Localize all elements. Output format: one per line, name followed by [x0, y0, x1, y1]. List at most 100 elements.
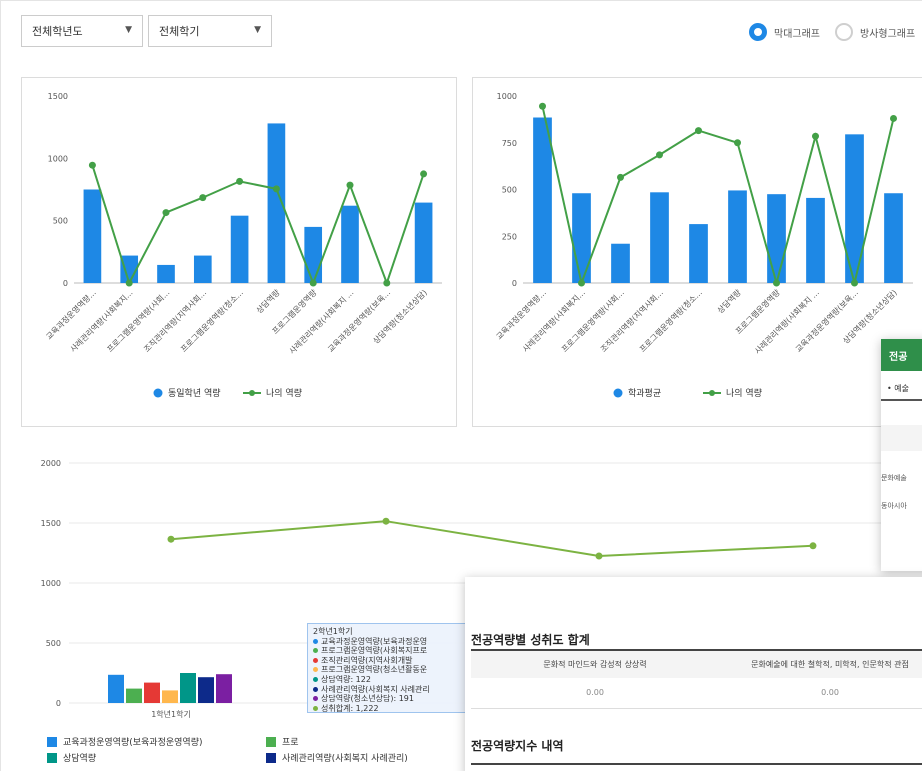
chart-panel-department: 1000 750 500 250 0 교육과정운영역량... 사례관리역량(사회복지... 프…: [472, 77, 922, 427]
bar: [193, 255, 212, 283]
bar: [806, 197, 825, 283]
overlay-row1: 문화예술: [881, 474, 907, 482]
y-tick-label: 1000: [48, 154, 68, 163]
semester-bar: [198, 677, 214, 703]
x-tick-label: 교육과정운영역량(보육...: [325, 287, 392, 354]
series-line: [91, 164, 425, 286]
legend-line-marker-dot: [249, 390, 255, 396]
line-point: [617, 173, 624, 181]
bar: [689, 224, 708, 283]
tooltip-row: 성취합계: 1,222: [313, 704, 461, 712]
semester-select-value: 전체학기: [159, 25, 200, 38]
x-tick-label: 상담역량: [715, 287, 743, 315]
y-tick-label: 2000: [41, 459, 61, 468]
x-tick-label: 사례관리역량(사회복지 ...: [287, 287, 356, 356]
summary-title: 전공역량별 성취도 합계: [471, 633, 590, 647]
legend-label: 사례관리역량(사회복지 사례관리): [282, 754, 408, 764]
summary-col1: 문화적 마인드와 감성적 상상력: [471, 649, 719, 678]
x-tick-label: 교육과정운영역량(보육...: [793, 287, 860, 354]
semester-bar: [180, 673, 196, 703]
summary-col2: 문화예술에 대한 철학적, 미학적, 인문학적 관점: [719, 649, 922, 678]
legend-line-label: 나의 역량: [726, 387, 762, 399]
radio-bar-graph[interactable]: 막대그래프: [749, 23, 820, 41]
overlay-panel-summary: 전공역량별 성취도 합계 문화적 마인드와 감성적 상상력 문화예술에 대한 철…: [465, 577, 922, 771]
legend-swatch: [47, 736, 57, 747]
line-point: [272, 185, 280, 193]
y-tick-label: 1000: [41, 579, 61, 588]
bar: [414, 202, 433, 283]
x-tick-label: 조직관리역량(지역사회...: [141, 287, 208, 354]
total-point: [167, 535, 175, 543]
line-point: [812, 132, 819, 140]
overlay-table-header: [881, 425, 922, 451]
semester-bar: [108, 674, 124, 703]
y-tick-label: 1500: [41, 519, 61, 528]
legend-item-3: 상담역량: [47, 751, 96, 764]
chart-department-svg: 10007505002500교육과정운영역량...사례관리역량(사회복지...프…: [494, 92, 913, 399]
index-title: 전공역량지수 내역: [471, 739, 564, 753]
legend-item-2: 프로: [266, 735, 299, 748]
line-point: [773, 279, 780, 287]
x-tick-label: 프로그램운영역량(청소...: [637, 287, 704, 354]
semester-bar: [144, 682, 160, 703]
semester-select[interactable]: 전체학기 ▼: [148, 15, 272, 47]
line-point: [88, 161, 96, 169]
y-tick-label: 250: [502, 232, 517, 241]
x-tick-label: 1학년1학기: [151, 709, 191, 719]
bar: [304, 226, 323, 283]
bar: [728, 190, 747, 283]
legend-item-4: 사례관리역량(사회복지 사례관리): [266, 751, 408, 764]
y-tick-label: 0: [63, 279, 68, 288]
summary-val2: 0.00: [719, 678, 922, 709]
line-point: [890, 114, 897, 122]
bar: [533, 117, 552, 283]
line-point: [383, 279, 391, 287]
y-tick-label: 1500: [48, 92, 68, 101]
y-tick-label: 750: [502, 139, 517, 148]
y-tick-label: 500: [502, 186, 517, 195]
overlay-bullet: • 예술: [887, 384, 909, 393]
radio-unselected-icon: [835, 23, 853, 41]
total-line: [170, 520, 814, 558]
overlay-header: 전공: [881, 339, 922, 371]
x-tick-label: 사례관리역량(사회복지...: [520, 287, 587, 354]
legend-bar-label: 학과평균: [628, 388, 661, 399]
tooltip-row: 프로그램운영역량(청소년활동운: [313, 665, 461, 675]
tooltip-title: 2학년1학기: [313, 627, 353, 636]
legend-label: 상담역량: [63, 754, 97, 764]
bar: [884, 193, 903, 283]
line-point: [236, 177, 244, 185]
summary-val1: 0.00: [471, 678, 719, 709]
legend-label: 프로: [282, 738, 299, 748]
radio-bar-label: 막대그래프: [774, 28, 820, 40]
legend-item-1: 교육과정운영역량(보육과정운영역량): [47, 735, 203, 748]
semester-bar: [126, 688, 142, 703]
total-point: [382, 517, 390, 525]
x-tick-label: 조직관리역량(지역사회...: [598, 287, 665, 354]
chart-panel-cohort: 1500 1000 500 0 교육과정운영역량... 사례관리역량(사회복지... 프로그…: [21, 77, 457, 427]
total-point: [809, 542, 817, 550]
semester-bar: [162, 690, 178, 703]
app-frame: 전체학년도 ▼ 전체학기 ▼ 막대그래프 방사형그래프 1500 1000 500 0…: [0, 0, 922, 771]
legend-swatch: [266, 752, 276, 763]
line-point: [309, 279, 317, 287]
line-point: [125, 279, 133, 287]
chart-cohort-svg: 150010005000교육과정운영역량...사례관리역량(사회복지...프로그…: [44, 92, 442, 399]
index-table-top: [471, 763, 922, 765]
y-tick-label: 0: [512, 279, 517, 288]
bar: [650, 192, 669, 283]
tooltip-row: 상담역량(청소년상담): 191: [313, 694, 461, 704]
y-tick-label: 500: [53, 217, 68, 226]
x-tick-label: 상담역량: [254, 287, 282, 315]
overlay-divider: [881, 399, 922, 401]
radio-radar-graph[interactable]: 방사형그래프: [835, 23, 915, 41]
line-point: [539, 102, 546, 110]
radio-selected-icon: [749, 23, 767, 41]
tooltip-row: 조직관리역량(지역사회개발: [313, 656, 461, 666]
x-tick-label: 사례관리역량(사회복지 ...: [752, 287, 821, 356]
line-point: [734, 139, 741, 147]
year-select[interactable]: 전체학년도 ▼: [21, 15, 143, 47]
bar: [341, 205, 359, 283]
tooltip-row: 상담역량: 122: [313, 675, 461, 685]
series-line: [541, 106, 895, 287]
